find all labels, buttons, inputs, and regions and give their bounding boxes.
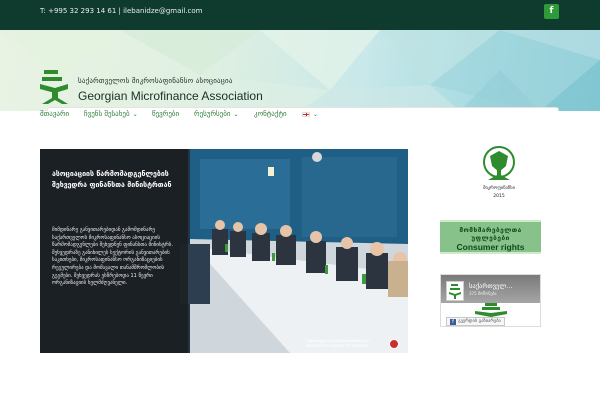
consumer-rights-georgian: მომხმარებელთა უფლებები: [459, 226, 522, 242]
news-slider[interactable]: ასოციაციის წარმომადგენლების შეხვედრა ფინ…: [40, 149, 408, 353]
gma-logo-icon: [449, 284, 461, 299]
nav-item-home[interactable]: მთავარი: [40, 110, 69, 118]
chevron-down-icon: ⌄: [132, 111, 138, 118]
slide-title[interactable]: ასოციაციის წარმომადგენლების შეხვედრა ფინ…: [52, 169, 180, 191]
nav-item-resources[interactable]: რესურსები ⌄: [194, 110, 239, 118]
award-year: 2015: [493, 194, 505, 199]
nav-item-members[interactable]: წევრები: [152, 110, 179, 118]
facebook-page-avatar[interactable]: [446, 281, 464, 301]
org-name-english: Georgian Microfinance Association: [78, 89, 263, 103]
facebook-icon[interactable]: f: [544, 4, 559, 19]
nav-item-about[interactable]: ჩვენს შესახებ ⌄: [84, 110, 138, 118]
emblem-icon: [389, 339, 399, 349]
slide-watermark: საქართველოს ფინანსთა სამინისტრო MINISTRY…: [306, 339, 370, 348]
gma-logo-icon: [475, 303, 507, 317]
chevron-down-icon: ⌄: [313, 111, 319, 118]
microfinance-award-icon: [483, 146, 515, 180]
header-banner: საქართველოს მიკროსაფინანსო ასოციაცია Geo…: [0, 30, 600, 111]
consumer-rights-english: Consumer rights: [456, 242, 525, 252]
share-page-button[interactable]: f გვერდის გაზიარება: [446, 317, 505, 326]
slide-body: მიმდინარე განვითარებიდან გამომდინარე საქ…: [52, 227, 174, 287]
contact-info: T: +995 32 293 14 61 | ilebanidze@gmail.…: [40, 7, 203, 15]
nav-item-contact[interactable]: კონტაქტი: [254, 110, 287, 118]
award-caption: მიკროფინანსი: [483, 186, 515, 191]
facebook-page-likes: 375 მოწონება: [469, 291, 497, 296]
gma-logo-icon[interactable]: [38, 70, 72, 106]
main-nav: მთავარი ჩვენს შესახებ ⌄ წევრები რესურსები…: [40, 110, 560, 124]
slide-caption: ასოციაციის წარმომადგენლების შეხვედრა ფინ…: [40, 149, 188, 353]
facebook-icon: f: [450, 319, 456, 325]
facebook-page-name[interactable]: საქართველ...: [469, 282, 512, 290]
award-logo[interactable]: მიკროფინანსი 2015: [476, 146, 522, 204]
org-name-georgian: საქართველოს მიკროსაფინანსო ასოციაცია: [78, 77, 233, 85]
facebook-page-widget[interactable]: საქართველ... 375 მოწონება f გვერდის გაზია…: [440, 274, 541, 327]
chevron-down-icon: ⌄: [233, 111, 239, 118]
georgia-flag-icon: [302, 111, 310, 117]
consumer-rights-banner[interactable]: მომხმარებელთა უფლებები Consumer rights: [440, 220, 541, 254]
nav-item-language[interactable]: ⌄: [302, 110, 318, 118]
top-bar: T: +995 32 293 14 61 | ilebanidze@gmail.…: [0, 0, 600, 30]
